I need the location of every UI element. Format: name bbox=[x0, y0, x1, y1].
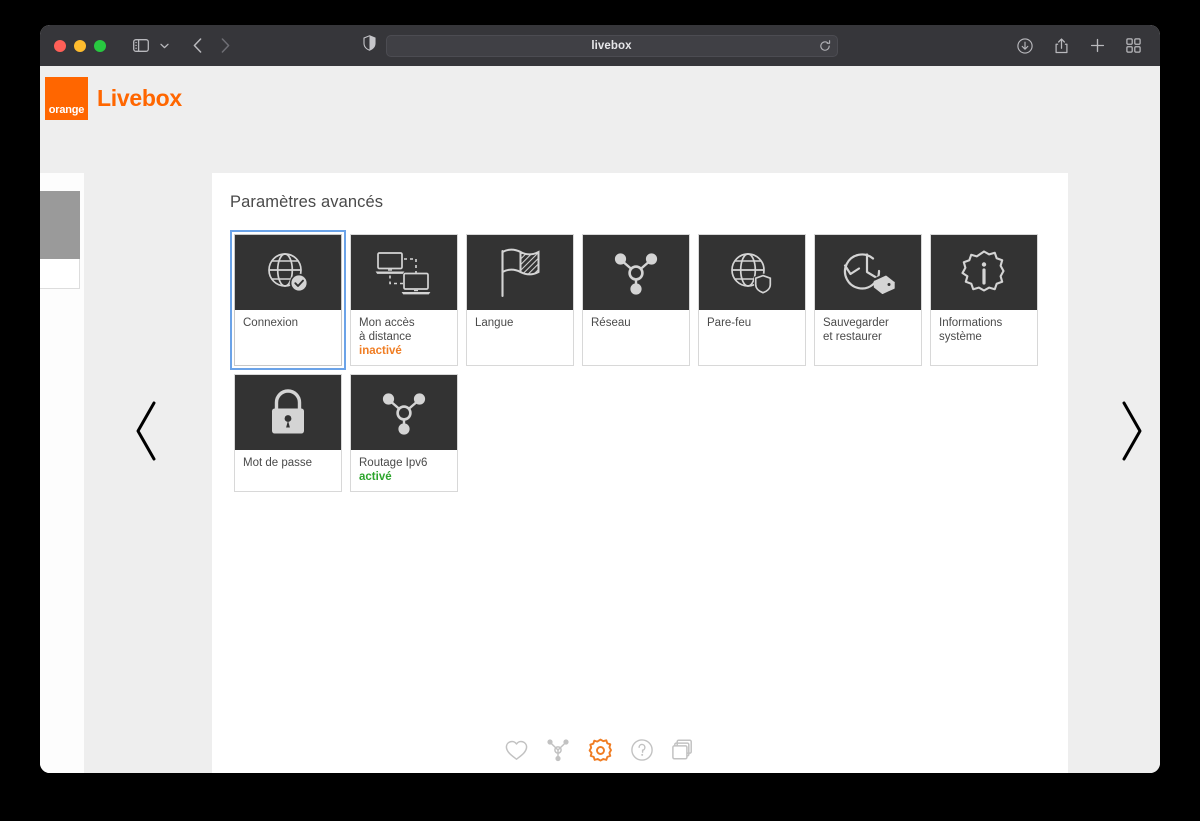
footer-nav-aide[interactable] bbox=[627, 735, 657, 765]
help-icon bbox=[631, 739, 653, 761]
windows-icon bbox=[672, 739, 696, 761]
browser-toolbar: livebox bbox=[40, 25, 1160, 66]
settings-tile-infos[interactable]: Informations système bbox=[930, 234, 1038, 367]
settings-tile-reseau[interactable]: Réseau bbox=[582, 234, 690, 367]
network-nodes-icon bbox=[583, 235, 689, 310]
footer-navigation bbox=[40, 735, 1160, 765]
settings-tile-langue[interactable]: Langue bbox=[466, 234, 574, 367]
network-icon bbox=[547, 738, 569, 762]
globe-shield-icon bbox=[699, 235, 805, 310]
carousel-next-button[interactable] bbox=[1114, 381, 1150, 481]
back-button-icon[interactable] bbox=[184, 33, 210, 59]
page-title: Paramètres avancés bbox=[230, 193, 384, 211]
footer-nav-favoris[interactable] bbox=[501, 735, 531, 765]
ghost-tile-icon bbox=[40, 191, 80, 259]
orange-logo-text: orange bbox=[48, 104, 85, 116]
address-bar[interactable]: livebox bbox=[385, 34, 838, 57]
settings-tile-sauvegarder[interactable]: Sauvegarder et restaurer bbox=[814, 234, 922, 367]
reload-icon[interactable] bbox=[819, 39, 831, 52]
settings-panel: Paramètres avancés Connexion Mon accès à … bbox=[212, 173, 1068, 773]
privacy-shield-icon[interactable] bbox=[362, 35, 376, 56]
settings-tile-mot-de-passe[interactable]: Mot de passe bbox=[234, 374, 342, 493]
chevron-down-icon[interactable] bbox=[156, 43, 172, 49]
settings-tile-grid: Connexion Mon accès à distance inactivé L… bbox=[230, 229, 1046, 493]
settings-tile-label: Réseau bbox=[591, 317, 631, 329]
settings-tile-label: Mot de passe bbox=[243, 457, 313, 470]
backup-restore-icon bbox=[815, 235, 921, 310]
heart-icon bbox=[505, 740, 528, 761]
brand-name: Livebox bbox=[97, 85, 182, 111]
share-icon[interactable] bbox=[1048, 33, 1074, 59]
settings-tile-status: inactivé bbox=[359, 345, 402, 358]
navigation-controls bbox=[128, 33, 238, 59]
minimize-window-button[interactable] bbox=[74, 39, 86, 52]
settings-tile-label: Langue bbox=[475, 317, 514, 329]
globe-check-icon bbox=[235, 235, 341, 310]
new-tab-icon[interactable] bbox=[1084, 33, 1110, 59]
network-nodes-icon bbox=[351, 375, 457, 451]
settings-tile-routage-ipv6[interactable]: Routage Ipv6 activé bbox=[350, 374, 458, 493]
ghost-tile-label bbox=[40, 259, 80, 289]
window-controls bbox=[54, 39, 106, 52]
footer-nav-parametres[interactable] bbox=[585, 735, 615, 765]
settings-tile-connexion[interactable]: Connexion bbox=[230, 229, 346, 371]
forward-button-icon[interactable] bbox=[212, 33, 238, 59]
sidebar-toggle-icon[interactable] bbox=[128, 33, 154, 59]
tab-overview-icon[interactable] bbox=[1120, 33, 1146, 59]
settings-tile-pare-feu[interactable]: Pare-feu bbox=[698, 234, 806, 367]
close-window-button[interactable] bbox=[54, 39, 66, 52]
carousel-panel-previous[interactable] bbox=[40, 173, 84, 773]
page-viewport: orange Livebox As Paramètres avancés bbox=[40, 66, 1160, 773]
gear-info-icon bbox=[931, 235, 1037, 310]
flag-icon bbox=[467, 235, 573, 310]
padlock-icon bbox=[235, 375, 341, 451]
toolbar-right-actions bbox=[1012, 33, 1146, 59]
settings-tile-label: Informations système bbox=[939, 317, 1003, 344]
settings-tile-label: Routage Ipv6 activé bbox=[359, 457, 428, 484]
carousel-prev-button[interactable] bbox=[128, 381, 164, 481]
remote-access-icon bbox=[351, 235, 457, 310]
maximize-window-button[interactable] bbox=[94, 39, 106, 52]
settings-tile-label: Connexion bbox=[243, 317, 298, 329]
gear-icon bbox=[588, 738, 613, 763]
settings-tile-acces-distant[interactable]: Mon accès à distance inactivé bbox=[350, 234, 458, 367]
footer-nav-reseau[interactable] bbox=[543, 735, 573, 765]
downloads-icon[interactable] bbox=[1012, 33, 1038, 59]
brand-header: orange Livebox bbox=[40, 66, 1160, 131]
ghost-tile bbox=[40, 191, 80, 289]
settings-tile-status: activé bbox=[359, 471, 392, 484]
settings-tile-label: Sauvegarder et restaurer bbox=[823, 317, 889, 344]
settings-tile-label: Pare-feu bbox=[707, 317, 752, 329]
settings-tile-label: Mon accès à distance inactivé bbox=[359, 317, 415, 358]
orange-logo-icon: orange bbox=[45, 77, 88, 120]
address-bar-text: livebox bbox=[591, 39, 632, 52]
browser-window: livebox orange Livebox Paramètres avancé… bbox=[40, 25, 1160, 773]
footer-nav-fenetres[interactable] bbox=[669, 735, 699, 765]
